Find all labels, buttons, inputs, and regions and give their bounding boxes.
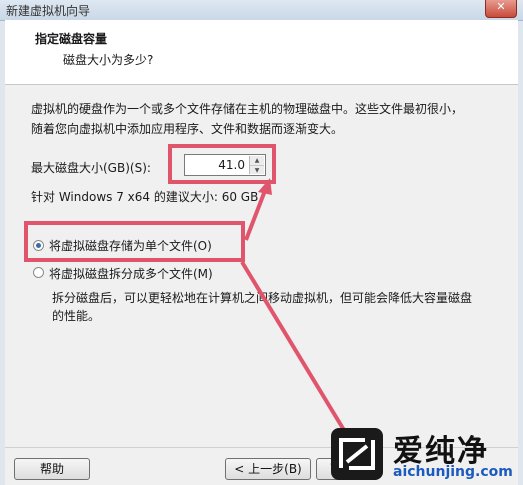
window-title: 新建虚拟机向导 [6,4,91,18]
description-text: 虚拟机的硬盘作为一个或多个文件存储在主机的物理磁盘中。这些文件最初很小，随着您向… [31,102,464,136]
wizard-header: 指定磁盘容量 磁盘大小为多少? [5,20,518,85]
close-button[interactable]: ✕ [485,0,517,18]
window-frame-left [0,20,5,485]
window-frame-right [518,20,523,485]
split-files-label[interactable]: 将虚拟磁盘拆分成多个文件(M) [49,265,213,282]
back-button[interactable]: < 上一步(B) [225,458,311,480]
page-subtitle: 磁盘大小为多少? [63,53,154,67]
split-hint-text: 拆分磁盘后，可以更轻松地在计算机之间移动虚拟机，但可能会降低大容量磁盘的性能。 [52,291,473,323]
recommended-size-text: 针对 Windows 7 x64 的建议大小: 60 GB [31,190,259,204]
watermark-url: aichunjing.com [393,464,513,480]
annotation-box-size [168,144,276,184]
page-title: 指定磁盘容量 [35,32,108,46]
split-files-radio[interactable] [33,267,44,278]
watermark: 爱纯净 aichunjing.com [331,426,521,484]
help-button[interactable]: 帮助 [14,458,90,480]
watermark-logo-icon [331,428,383,480]
annotation-box-option [24,221,245,262]
title-bar: 新建虚拟机向导 ✕ [0,0,523,21]
max-size-label: 最大磁盘大小(GB)(S): [31,161,151,175]
